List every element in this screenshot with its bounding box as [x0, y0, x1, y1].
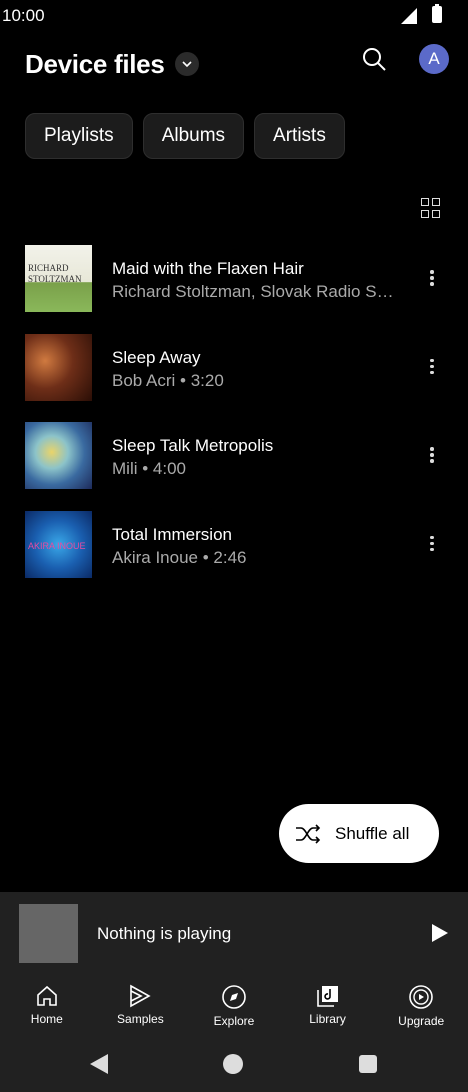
nav-upgrade-label: Upgrade — [398, 1014, 445, 1028]
track-subtitle: Mili • 4:00 — [112, 459, 186, 478]
album-art — [25, 245, 92, 312]
track-title: Total Immersion — [112, 524, 232, 544]
home-button-icon[interactable] — [223, 1054, 243, 1074]
shuffle-all-button[interactable]: Shuffle all — [279, 804, 439, 863]
mini-player[interactable]: Nothing is playing — [0, 892, 468, 976]
shuffle-icon — [296, 823, 321, 844]
track-row[interactable]: Sleep Talk Metropolis Mili • 4:00 — [0, 417, 468, 506]
avatar[interactable]: A — [419, 44, 449, 74]
track-list: Maid with the Flaxen Hair Richard Stoltz… — [0, 240, 468, 594]
mini-player-status: Nothing is playing — [97, 924, 232, 943]
chip-artists[interactable]: Artists — [254, 113, 345, 159]
nav-samples[interactable]: Samples — [94, 976, 188, 1038]
page-title: Device files — [25, 48, 165, 79]
status-bar: 10:00 — [0, 0, 468, 32]
samples-icon — [130, 984, 152, 1008]
status-time: 10:00 — [2, 6, 45, 25]
nav-home-label: Home — [30, 1012, 63, 1026]
track-row[interactable]: Maid with the Flaxen Hair Richard Stoltz… — [0, 240, 468, 329]
title-dropdown-button[interactable] — [174, 52, 199, 76]
more-options-icon[interactable] — [428, 535, 436, 552]
page-header: Device files — [25, 44, 199, 84]
avatar-letter: A — [428, 49, 440, 68]
nav-samples-label: Samples — [117, 1012, 164, 1026]
nav-home[interactable]: Home — [0, 976, 94, 1038]
nav-explore-label: Explore — [213, 1014, 255, 1028]
grid-view-icon[interactable] — [421, 198, 441, 218]
bottom-nav: Home Samples Explore Library Upgrade — [0, 976, 468, 1038]
more-options-icon[interactable] — [428, 447, 436, 463]
explore-icon — [222, 985, 246, 1009]
more-options-icon[interactable] — [428, 358, 436, 375]
nav-upgrade[interactable]: Upgrade — [374, 976, 468, 1038]
system-nav-bar — [0, 1038, 468, 1092]
upgrade-icon — [409, 985, 433, 1009]
album-art — [25, 422, 92, 489]
track-title: Sleep Talk Metropolis — [112, 436, 274, 455]
mini-player-art — [19, 904, 78, 963]
chevron-down-icon — [181, 61, 192, 68]
library-icon — [316, 986, 338, 1007]
nav-library[interactable]: Library — [281, 976, 375, 1038]
battery-icon — [432, 4, 442, 23]
recents-icon[interactable] — [359, 1055, 377, 1073]
track-subtitle: Bob Acri • 3:20 — [112, 370, 224, 390]
track-title: Sleep Away — [112, 347, 201, 367]
shuffle-all-label: Shuffle all — [335, 823, 410, 843]
track-row[interactable]: Sleep Away Bob Acri • 3:20 — [0, 329, 468, 418]
back-icon[interactable] — [89, 1053, 109, 1075]
nav-library-label: Library — [309, 1012, 346, 1026]
album-art — [25, 510, 92, 578]
home-icon — [36, 985, 57, 1006]
signal-icon — [401, 8, 417, 24]
chip-playlists[interactable]: Playlists — [25, 113, 133, 159]
track-row[interactable]: Total Immersion Akira Inoue • 2:46 — [0, 506, 468, 595]
filter-chips: Playlists Albums Artists — [25, 113, 345, 159]
track-subtitle: Richard Stoltzman, Slovak Radio Symphony… — [112, 282, 402, 301]
chip-albums[interactable]: Albums — [142, 113, 245, 159]
track-title: Maid with the Flaxen Hair — [112, 259, 304, 278]
play-icon[interactable] — [431, 923, 449, 943]
track-subtitle: Akira Inoue • 2:46 — [112, 547, 247, 567]
album-art — [25, 333, 92, 401]
nav-explore[interactable]: Explore — [187, 976, 281, 1038]
more-options-icon[interactable] — [428, 270, 436, 286]
search-icon[interactable] — [361, 46, 387, 72]
